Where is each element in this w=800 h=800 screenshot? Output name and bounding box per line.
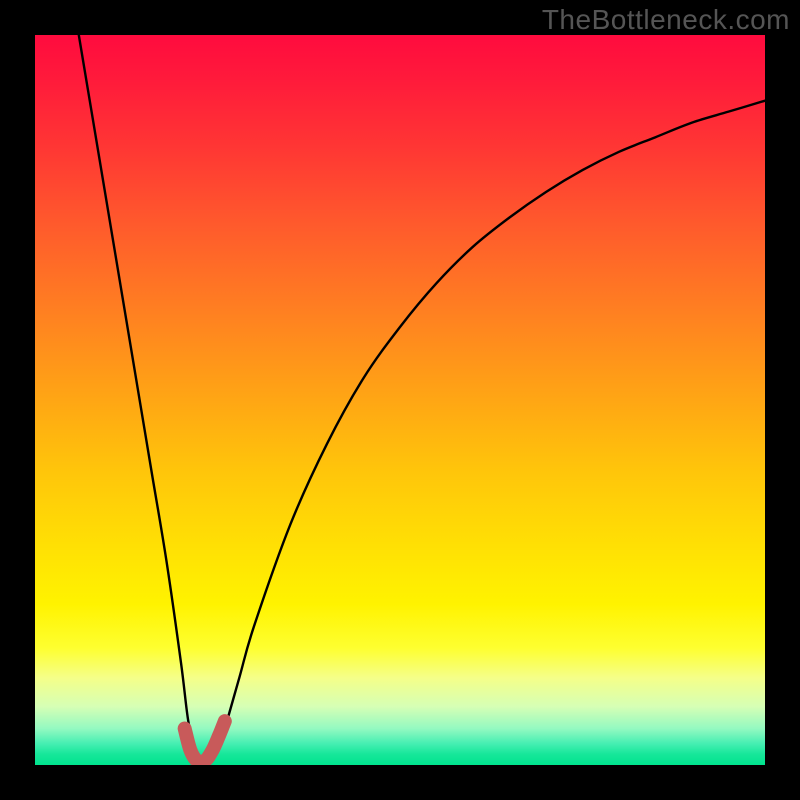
chart-frame: TheBottleneck.com — [0, 0, 800, 800]
watermark-text: TheBottleneck.com — [542, 4, 790, 36]
optimal-region-highlight — [185, 721, 225, 762]
plot-area — [35, 35, 765, 765]
curve-layer — [35, 35, 765, 765]
bottleneck-curve — [79, 35, 765, 763]
